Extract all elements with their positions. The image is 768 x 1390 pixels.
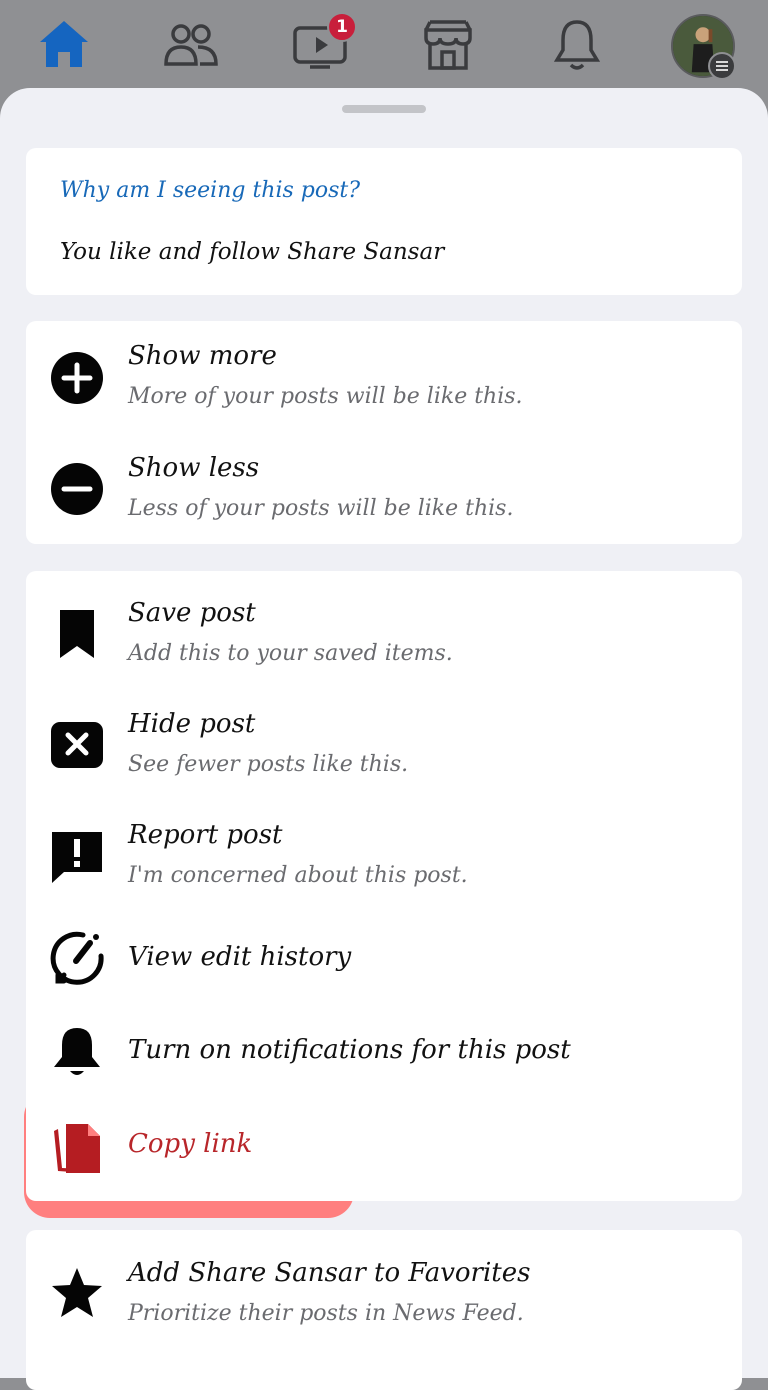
why-reason: You like and follow Share Sansar: [60, 239, 445, 265]
item-subtitle: Prioritize their posts in News Feed.: [128, 1301, 524, 1326]
add-to-favorites-item[interactable]: Add Share Sansar to Favorites Prioritize…: [26, 1230, 742, 1350]
star-icon: [50, 1266, 104, 1320]
plus-circle-icon: [50, 351, 104, 405]
item-subtitle: Add this to your saved items.: [128, 641, 453, 666]
home-icon[interactable]: [34, 14, 94, 74]
minus-circle-icon: [50, 462, 104, 516]
bookmark-icon: [50, 606, 104, 660]
sheet-drag-handle[interactable]: [342, 105, 426, 113]
hide-post-item[interactable]: Hide post See fewer posts like this.: [26, 682, 742, 793]
notification-badge: 1: [327, 12, 357, 42]
friends-icon[interactable]: [160, 14, 220, 74]
top-nav-bar: 1: [0, 0, 768, 98]
save-post-item[interactable]: Save post Add this to your saved items.: [26, 571, 742, 682]
feed-preferences-card: Show more More of your posts will be lik…: [26, 321, 742, 544]
report-post-item[interactable]: Report post I'm concerned about this pos…: [26, 793, 742, 904]
copy-link-item[interactable]: Copy link: [26, 1091, 742, 1201]
show-more-item[interactable]: Show more More of your posts will be lik…: [26, 321, 742, 433]
item-subtitle: I'm concerned about this post.: [128, 863, 468, 888]
item-subtitle: More of your posts will be like this.: [128, 384, 523, 409]
item-title: Show more: [128, 341, 277, 371]
edit-history-icon: [50, 931, 104, 985]
copy-icon: [50, 1121, 104, 1175]
item-title: Save post: [128, 598, 256, 628]
item-title: Hide post: [128, 709, 256, 739]
turn-on-notifications-item[interactable]: Turn on notifications for this post: [26, 997, 742, 1091]
post-actions-card: Save post Add this to your saved items. …: [26, 571, 742, 1201]
bell-icon[interactable]: [547, 14, 607, 74]
item-title: Copy link: [128, 1129, 253, 1159]
item-title: Add Share Sansar to Favorites: [128, 1258, 531, 1288]
item-title: Turn on notifications for this post: [128, 1035, 571, 1065]
marketplace-icon[interactable]: [418, 14, 478, 74]
bell-icon: [50, 1025, 104, 1079]
why-card: Why am I seeing this post? You like and …: [26, 148, 742, 295]
item-subtitle: Less of your posts will be like this.: [128, 496, 514, 521]
menu-icon[interactable]: [708, 52, 736, 80]
item-title: View edit history: [128, 942, 352, 972]
item-subtitle: See fewer posts like this.: [128, 752, 409, 777]
item-title: Show less: [128, 453, 260, 483]
report-icon: [50, 829, 104, 883]
show-less-item[interactable]: Show less Less of your posts will be lik…: [26, 433, 742, 544]
favorites-card: Add Share Sansar to Favorites Prioritize…: [26, 1230, 742, 1390]
why-link[interactable]: Why am I seeing this post?: [60, 178, 360, 203]
close-box-icon: [50, 718, 104, 772]
view-edit-history-item[interactable]: View edit history: [26, 904, 742, 997]
item-title: Report post: [128, 820, 283, 850]
